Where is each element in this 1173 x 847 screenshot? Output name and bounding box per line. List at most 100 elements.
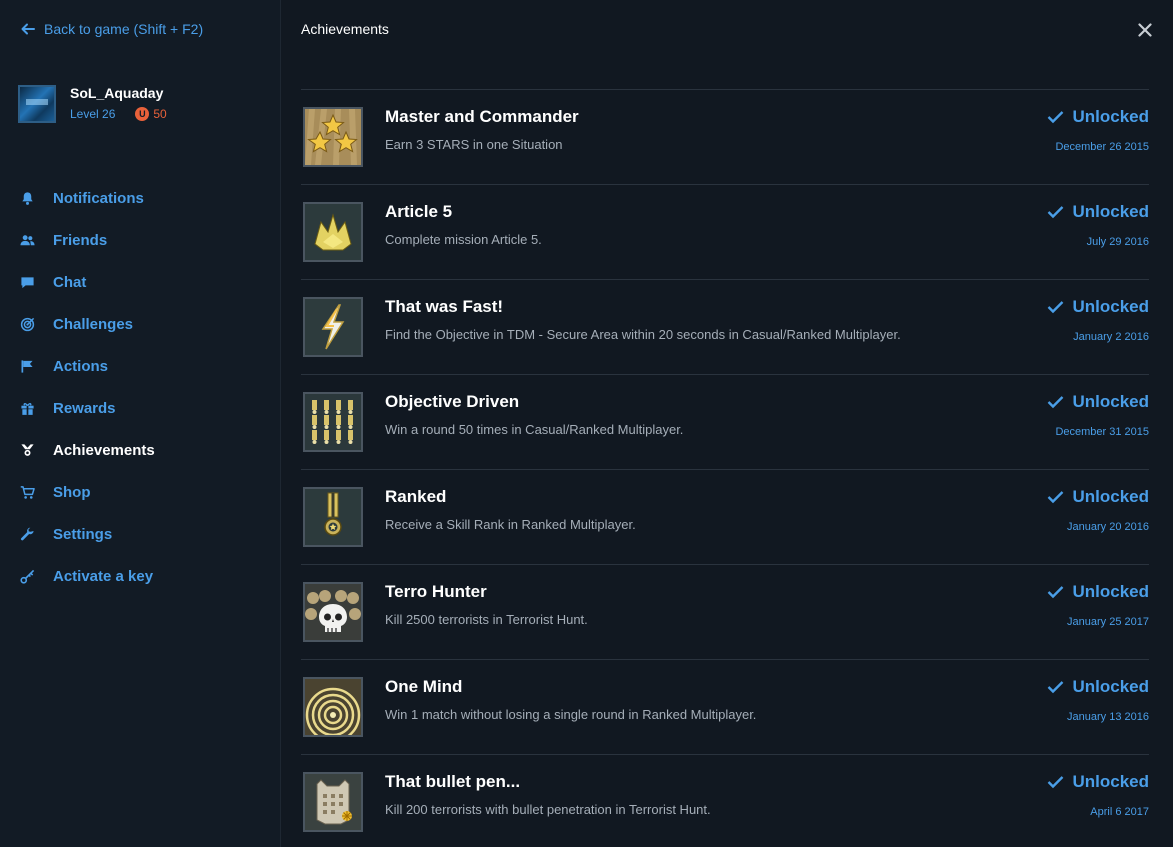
achievement-description: Receive a Skill Rank in Ranked Multiplay… (385, 517, 636, 532)
checkmark-icon (1048, 396, 1064, 409)
achievement-row[interactable]: That bullet pen... Kill 200 terrorists w… (301, 754, 1149, 847)
sidebar-item-rewards[interactable]: Rewards (20, 387, 155, 429)
sidebar-item-challenges[interactable]: Challenges (20, 303, 155, 345)
achievement-title: One Mind (385, 677, 463, 696)
page-title: Achievements (301, 21, 389, 37)
sidebar-item-friends[interactable]: Friends (20, 219, 155, 261)
friends-icon (20, 233, 35, 248)
checkmark-icon (1048, 111, 1064, 124)
sidebar-item-label: Actions (53, 357, 109, 375)
back-to-game-label: Back to game (Shift + F2) (44, 21, 204, 37)
level-label: Level 26 (70, 107, 116, 121)
username: SoL_Aquaday (70, 85, 164, 101)
crown-badge-icon (303, 202, 363, 262)
achievements-panel: Achievements Master and Commander Earn 3… (281, 0, 1173, 847)
sidebar: Back to game (Shift + F2) SoL_Aquaday Le… (0, 0, 281, 847)
sidebar-item-label: Activate a key (53, 567, 154, 585)
flag-icon (20, 359, 35, 374)
unlocked-status: Unlocked (1047, 487, 1149, 507)
unlock-date: January 13 2016 (1067, 711, 1149, 723)
unlock-date: January 2 2016 (1073, 331, 1149, 343)
status-label: Unlocked (1072, 582, 1149, 601)
achievement-row[interactable]: One Mind Win 1 match without losing a si… (301, 659, 1149, 754)
sidebar-item-shop[interactable]: Shop (20, 471, 155, 513)
status-label: Unlocked (1072, 487, 1149, 506)
unlock-date: January 20 2016 (1067, 521, 1149, 533)
bell-icon (20, 191, 35, 206)
sidebar-item-chat[interactable]: Chat (20, 261, 155, 303)
unlocked-status: Unlocked (1047, 202, 1149, 222)
profile: SoL_Aquaday Level 26 U 50 (18, 85, 167, 123)
credits: U 50 (135, 107, 167, 121)
arrow-left-icon (21, 23, 35, 35)
unlocked-status: Unlocked (1047, 772, 1149, 792)
checkmark-icon (1048, 206, 1064, 219)
unlock-date: July 29 2016 (1086, 236, 1149, 248)
app-window: Back to game (Shift + F2) SoL_Aquaday Le… (0, 0, 1173, 847)
unlock-date: December 31 2015 (1055, 426, 1149, 438)
stars-badge-icon (303, 107, 363, 167)
cart-icon (20, 485, 35, 500)
achievement-list: Master and Commander Earn 3 STARS in one… (301, 89, 1149, 847)
sidebar-item-label: Chat (53, 273, 87, 291)
status-label: Unlocked (1072, 772, 1149, 791)
checkmark-icon (1048, 586, 1064, 599)
achievement-row[interactable]: Terro Hunter Kill 2500 terrorists in Ter… (301, 564, 1149, 659)
target-icon (20, 317, 35, 332)
achievement-row[interactable]: That was Fast! Find the Objective in TDM… (301, 279, 1149, 374)
achievement-title: That bullet pen... (385, 772, 521, 791)
sidebar-item-label: Challenges (53, 315, 134, 333)
skulls-badge-icon (303, 582, 363, 642)
avatar[interactable] (18, 85, 56, 123)
achievement-description: Kill 200 terrorists with bullet penetrat… (385, 802, 711, 817)
sidebar-item-label: Shop (53, 483, 91, 501)
sidebar-item-notifications[interactable]: Notifications (20, 177, 155, 219)
back-to-game-link[interactable]: Back to game (Shift + F2) (20, 21, 203, 37)
chat-icon (20, 275, 35, 290)
status-label: Unlocked (1072, 202, 1149, 221)
achievement-row[interactable]: Ranked Receive a Skill Rank in Ranked Mu… (301, 469, 1149, 564)
r6-credits-icon: U (135, 107, 150, 121)
wrench-icon (20, 527, 35, 542)
achievement-title: Article 5 (385, 202, 453, 221)
achievement-title: Ranked (385, 487, 447, 506)
credits-value: 50 (153, 107, 167, 121)
unlocked-status: Unlocked (1047, 392, 1149, 412)
unlocked-status: Unlocked (1047, 677, 1149, 697)
sidebar-item-achievements[interactable]: Achievements (20, 429, 155, 471)
achievement-row[interactable]: Master and Commander Earn 3 STARS in one… (301, 89, 1149, 184)
checkmark-icon (1048, 681, 1064, 694)
achievement-title: Master and Commander (385, 107, 579, 126)
checkmark-icon (1048, 776, 1064, 789)
sidebar-item-label: Rewards (53, 399, 116, 417)
unlocked-status: Unlocked (1047, 297, 1149, 317)
achievement-description: Win a round 50 times in Casual/Ranked Mu… (385, 422, 684, 437)
sidebar-item-actions[interactable]: Actions (20, 345, 155, 387)
achievement-row[interactable]: Article 5 Complete mission Article 5. Un… (301, 184, 1149, 279)
achievement-description: Kill 2500 terrorists in Terrorist Hunt. (385, 612, 588, 627)
achievement-description: Complete mission Article 5. (385, 232, 542, 247)
unlocked-status: Unlocked (1047, 582, 1149, 602)
achievement-description: Find the Objective in TDM - Secure Area … (385, 327, 901, 342)
sidebar-item-settings[interactable]: Settings (20, 513, 155, 555)
achievement-description: Win 1 match without losing a single roun… (385, 707, 757, 722)
vest-badge-icon (303, 772, 363, 832)
achievement-title: Terro Hunter (385, 582, 487, 601)
trophy-icon (20, 443, 35, 458)
sidebar-item-label: Settings (53, 525, 113, 543)
medal-badge-icon (303, 487, 363, 547)
lightning-badge-icon (303, 297, 363, 357)
key-icon (20, 569, 35, 584)
sidebar-item-label: Notifications (53, 189, 144, 207)
status-label: Unlocked (1072, 392, 1149, 411)
checkmark-icon (1048, 491, 1064, 504)
close-icon[interactable] (1137, 22, 1153, 38)
gift-icon (20, 401, 35, 416)
sidebar-item-activate-key[interactable]: Activate a key (20, 555, 155, 597)
unlock-date: December 26 2015 (1055, 141, 1149, 153)
status-label: Unlocked (1072, 297, 1149, 316)
achievement-row[interactable]: Objective Driven Win a round 50 times in… (301, 374, 1149, 469)
status-label: Unlocked (1072, 107, 1149, 126)
unlock-date: January 25 2017 (1067, 616, 1149, 628)
rings-badge-icon (303, 677, 363, 737)
